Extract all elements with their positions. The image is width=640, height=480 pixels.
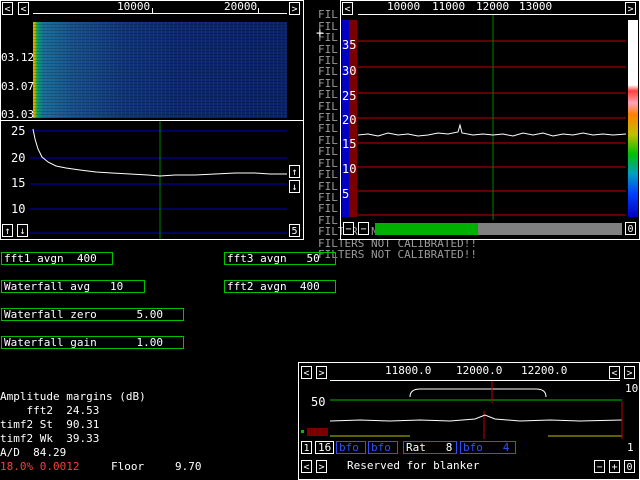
bb-left2-button[interactable]: <	[609, 366, 620, 379]
fft2-y-tick: 10	[342, 162, 357, 176]
fft2-y-tick: 20	[342, 113, 357, 127]
floor-label: Floor	[111, 460, 145, 473]
blanker-text: Reserved for blanker	[347, 459, 480, 472]
crosshair-icon: +	[316, 26, 324, 41]
bb-right-top: 10	[625, 382, 639, 395]
amplitude-title: Amplitude margins (dB)	[0, 390, 146, 403]
waterfall-time-label: 03.12	[1, 51, 35, 64]
waterfall-freq-tick: 10000	[117, 0, 151, 13]
fft2-left-button[interactable]: <	[342, 2, 353, 15]
bb-right-bottom: 1	[627, 441, 634, 454]
fft1-scale-button[interactable]: 5	[289, 224, 300, 237]
bb-right3-button[interactable]: >	[316, 460, 327, 473]
fft1-avgn-field[interactable]: fft1 avgn 400	[1, 252, 113, 265]
amplitude-row: A/D 84.29	[0, 446, 67, 459]
fft2-zero-button[interactable]: 0	[625, 222, 636, 235]
fft1-down-button[interactable]: ↓	[289, 180, 300, 193]
fft2-freq-tick: 12000	[476, 0, 510, 13]
bb-red-marker	[307, 428, 328, 436]
fft2-level-fill	[375, 223, 478, 235]
fft2-y-tick: 35	[342, 38, 357, 52]
waterfall-avg-field[interactable]: Waterfall avg 10	[1, 280, 145, 293]
bb-minus-button[interactable]: −	[594, 460, 605, 473]
bb-freq-tick: 11800.0	[385, 364, 432, 377]
fft2-minus-button[interactable]: −	[343, 222, 354, 235]
fft2-minus2-button[interactable]: −	[358, 222, 369, 235]
fft2-level-bar[interactable]	[375, 223, 622, 235]
fft2-y-tick: 5	[342, 187, 350, 201]
fft1-y-tick: 15	[11, 176, 26, 190]
bb-right2-button[interactable]: >	[624, 366, 635, 379]
fft1-y-tick: 25	[11, 124, 26, 138]
amplitude-row: fft2 24.53	[0, 404, 100, 417]
bb-left3-button[interactable]: <	[301, 460, 312, 473]
fft2-freq-tick: 13000	[519, 0, 553, 13]
fft1-down2-button[interactable]: ↓	[17, 224, 28, 237]
fft2-y-tick: 15	[342, 137, 357, 151]
amplitude-row: timf2 Wk 39.33	[0, 432, 100, 445]
bb-left-button[interactable]: <	[301, 366, 312, 379]
fft2-freq-tick: 10000	[387, 0, 421, 13]
fft2-freq-tick: 11000	[432, 0, 466, 13]
waterfall-scale-line	[33, 13, 287, 14]
waterfall-time-label: 03.07	[1, 80, 35, 93]
waterfall-gain-field[interactable]: Waterfall gain 1.00	[1, 336, 184, 349]
bfo-button-2[interactable]: bfo	[368, 441, 398, 454]
waterfall-freq-tick: 20000	[224, 0, 258, 13]
fft2-y-tick: 30	[342, 64, 357, 78]
bb-control-16[interactable]: 16	[315, 441, 335, 454]
scroll-left-fast-button[interactable]: <	[18, 2, 29, 15]
fft2-y-tick: 25	[342, 89, 357, 103]
bb-freq-tick: 12200.0	[521, 364, 568, 377]
fft3-avgn-field[interactable]: fft3 avgn 50	[224, 252, 336, 265]
fft1-y-tick: 20	[11, 151, 26, 165]
floor-value: 9.70	[175, 460, 202, 473]
bb-zero-button[interactable]: 0	[624, 460, 635, 473]
status-red-text: 18.0% 0.0012	[0, 460, 80, 473]
bb-control-1[interactable]: 1	[301, 441, 312, 454]
fft1-up2-button[interactable]: ↑	[2, 224, 13, 237]
fft2-avgn-field[interactable]: fft2 avgn 400	[224, 280, 336, 293]
fft2-spectrum	[358, 15, 626, 220]
scroll-right-button[interactable]: >	[289, 2, 300, 15]
color-scale-bar	[628, 20, 638, 217]
scroll-left-button[interactable]: <	[2, 2, 13, 15]
bb-level-label: 50	[311, 395, 326, 409]
baseband-spectrum	[329, 381, 623, 439]
bb-green-marker	[301, 430, 304, 433]
bb-freq-tick: 12000.0	[456, 364, 503, 377]
bfo-button-1[interactable]: bfo	[336, 441, 366, 454]
fft2-right-button[interactable]: >	[625, 2, 636, 15]
fft1-spectrum	[30, 121, 287, 239]
bfo-button-3[interactable]: bfo 4	[460, 441, 516, 454]
bb-right-button[interactable]: >	[316, 366, 327, 379]
waterfall-zero-field[interactable]: Waterfall zero 5.00	[1, 308, 184, 321]
fft1-y-tick: 10	[11, 202, 26, 216]
fft1-up-button[interactable]: ↑	[289, 165, 300, 178]
amplitude-row: timf2 St 90.31	[0, 418, 100, 431]
rat-button[interactable]: Rat 8	[403, 441, 457, 454]
bb-plus-button[interactable]: +	[609, 460, 620, 473]
